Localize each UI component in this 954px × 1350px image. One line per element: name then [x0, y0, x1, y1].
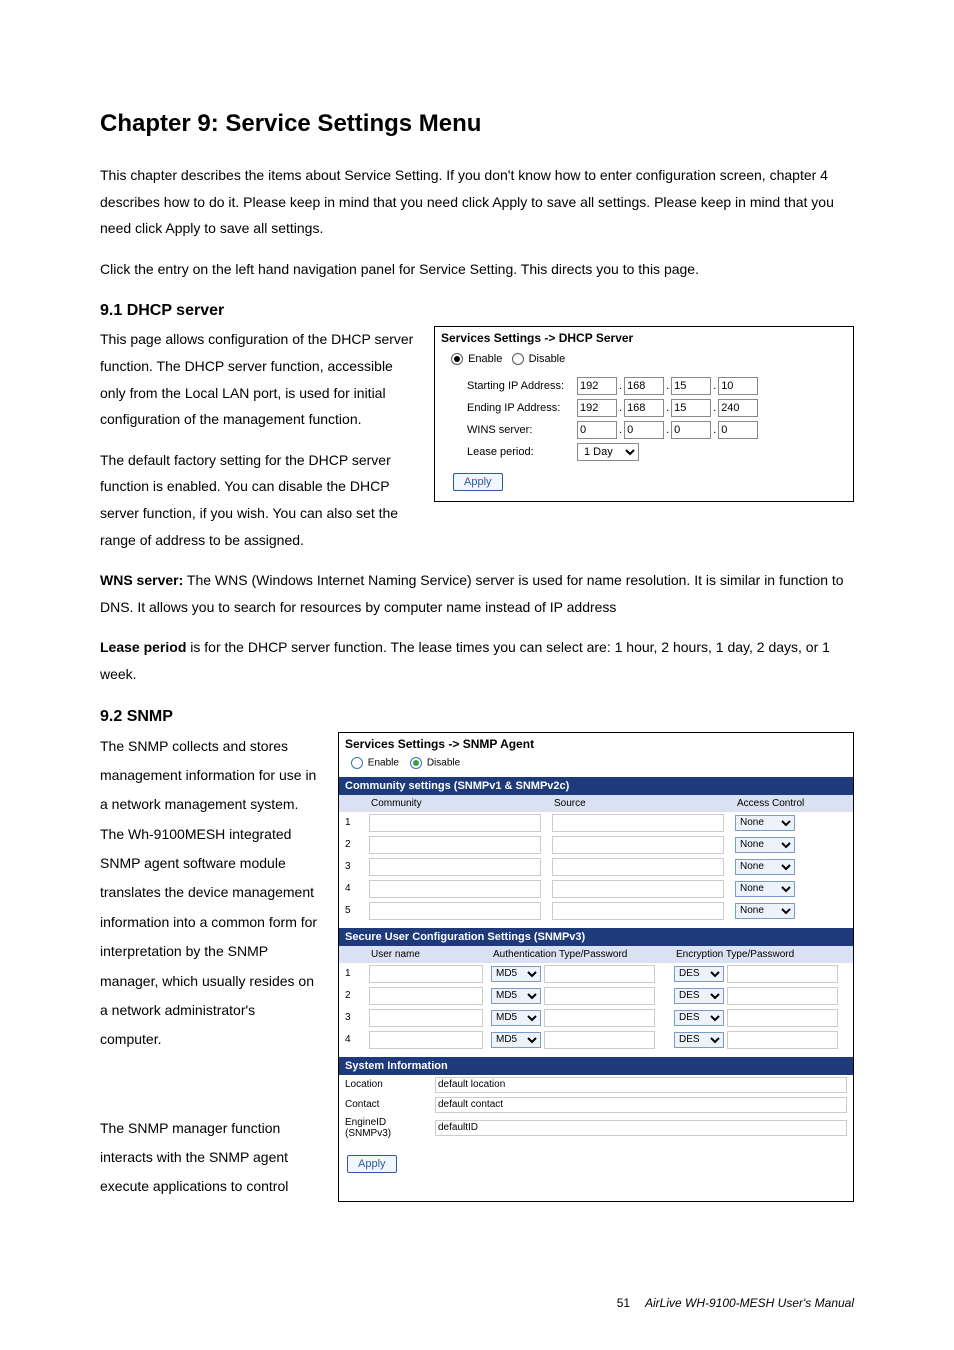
- community-input[interactable]: [369, 814, 541, 832]
- username-input[interactable]: [369, 987, 483, 1005]
- dhcp-disable-radio[interactable]: [512, 353, 524, 365]
- dhcp-apply-button[interactable]: Apply: [453, 473, 503, 491]
- starting-ip-label: Starting IP Address:: [467, 380, 577, 392]
- auth-select[interactable]: MD5: [491, 966, 541, 982]
- page-number: 51: [617, 1296, 630, 1310]
- community-input[interactable]: [369, 902, 541, 920]
- chapter-title: Chapter 9: Service Settings Menu: [100, 110, 854, 138]
- wns-paragraph: WNS server: The WNS (Windows Internet Na…: [100, 567, 854, 620]
- source-input[interactable]: [552, 902, 724, 920]
- enc-pw-input[interactable]: [727, 965, 838, 983]
- community-input[interactable]: [369, 836, 541, 854]
- ending-ip-label: Ending IP Address:: [467, 402, 577, 414]
- access-select[interactable]: None: [735, 837, 795, 853]
- section-92-para-2: The SNMP manager function interacts with…: [100, 1120, 288, 1195]
- enc-pw-input[interactable]: [727, 987, 838, 1005]
- starting-ip-2[interactable]: [624, 377, 664, 395]
- enc-pw-input[interactable]: [727, 1009, 838, 1027]
- auth-select[interactable]: MD5: [491, 1010, 541, 1026]
- ending-ip-4[interactable]: [718, 399, 758, 417]
- community-table: Community Source Access Control 1None 2N…: [339, 795, 853, 922]
- intro-paragraph-2: Click the entry on the left hand navigat…: [100, 256, 854, 283]
- ending-ip-1[interactable]: [577, 399, 617, 417]
- wns-bold: WNS server:: [100, 572, 183, 588]
- source-col: Source: [548, 795, 731, 812]
- access-select[interactable]: None: [735, 903, 795, 919]
- wins-ip-3[interactable]: [671, 421, 711, 439]
- starting-ip-1[interactable]: [577, 377, 617, 395]
- page-footer: 51 AirLive WH-9100-MESH User's Manual: [617, 1296, 854, 1310]
- snmp-disable-radio[interactable]: [410, 757, 422, 769]
- section-91-title: 9.1 DHCP server: [100, 302, 854, 320]
- access-select[interactable]: None: [735, 881, 795, 897]
- contact-input[interactable]: [435, 1097, 847, 1113]
- lease-label: Lease period:: [467, 446, 577, 458]
- auth-pw-input[interactable]: [544, 1009, 655, 1027]
- auth-select[interactable]: MD5: [491, 1032, 541, 1048]
- access-col: Access Control: [731, 795, 853, 812]
- enc-select[interactable]: DES: [674, 988, 724, 1004]
- engineid-label: EngineID (SNMPv3): [345, 1117, 435, 1139]
- community-input[interactable]: [369, 880, 541, 898]
- dhcp-panel-title: Services Settings -> DHCP Server: [435, 327, 853, 351]
- ending-ip-3[interactable]: [671, 399, 711, 417]
- secure-section-header: Secure User Configuration Settings (SNMP…: [339, 928, 853, 946]
- username-input[interactable]: [369, 1009, 483, 1027]
- community-section-header: Community settings (SNMPv1 & SNMPv2c): [339, 777, 853, 795]
- snmp-apply-button[interactable]: Apply: [347, 1155, 397, 1173]
- dhcp-enable-label: Enable: [468, 353, 502, 365]
- enc-select[interactable]: DES: [674, 966, 724, 982]
- snmp-disable-label: Disable: [427, 757, 460, 768]
- intro-paragraph-1: This chapter describes the items about S…: [100, 162, 854, 242]
- starting-ip-4[interactable]: [718, 377, 758, 395]
- snmp-panel-title: Services Settings -> SNMP Agent: [339, 733, 853, 755]
- location-label: Location: [345, 1079, 435, 1090]
- wins-ip-1[interactable]: [577, 421, 617, 439]
- auth-pw-input[interactable]: [544, 987, 655, 1005]
- access-select[interactable]: None: [735, 859, 795, 875]
- enc-select[interactable]: DES: [674, 1032, 724, 1048]
- community-col: Community: [365, 795, 548, 812]
- auth-pw-input[interactable]: [544, 965, 655, 983]
- section-91-para-1: This page allows configuration of the DH…: [100, 326, 414, 432]
- source-input[interactable]: [552, 858, 724, 876]
- wins-ip-2[interactable]: [624, 421, 664, 439]
- username-input[interactable]: [369, 1031, 483, 1049]
- snmp-enable-radio[interactable]: [351, 757, 363, 769]
- section-92-para-1: The SNMP collects and stores management …: [100, 738, 317, 1048]
- secure-user-table: User name Authentication Type/Password E…: [339, 946, 853, 1051]
- starting-ip-3[interactable]: [671, 377, 711, 395]
- username-input[interactable]: [369, 965, 483, 983]
- wins-ip-4[interactable]: [718, 421, 758, 439]
- source-input[interactable]: [552, 814, 724, 832]
- auth-col: Authentication Type/Password: [487, 946, 670, 963]
- lease-period-select[interactable]: 1 Day: [577, 443, 639, 461]
- ending-ip-2[interactable]: [624, 399, 664, 417]
- snmp-agent-panel: Services Settings -> SNMP Agent Enable D…: [338, 732, 854, 1202]
- enc-pw-input[interactable]: [727, 1031, 838, 1049]
- location-input[interactable]: [435, 1077, 847, 1093]
- dhcp-disable-label: Disable: [529, 353, 566, 365]
- sysinfo-section-header: System Information: [339, 1057, 853, 1075]
- dhcp-server-panel: Services Settings -> DHCP Server Enable …: [434, 326, 854, 502]
- lease-paragraph: Lease period is for the DHCP server func…: [100, 634, 854, 687]
- section-92-title: 9.2 SNMP: [100, 708, 854, 726]
- source-input[interactable]: [552, 836, 724, 854]
- community-input[interactable]: [369, 858, 541, 876]
- section-91-para-2: The default factory setting for the DHCP…: [100, 447, 414, 553]
- enc-col: Encryption Type/Password: [670, 946, 853, 963]
- engineid-input[interactable]: [435, 1120, 847, 1136]
- wins-label: WINS server:: [467, 424, 577, 436]
- snmp-enable-label: Enable: [368, 757, 399, 768]
- source-input[interactable]: [552, 880, 724, 898]
- auth-select[interactable]: MD5: [491, 988, 541, 1004]
- access-select[interactable]: None: [735, 815, 795, 831]
- contact-label: Contact: [345, 1099, 435, 1110]
- auth-pw-input[interactable]: [544, 1031, 655, 1049]
- enc-select[interactable]: DES: [674, 1010, 724, 1026]
- manual-title: AirLive WH-9100-MESH User's Manual: [645, 1296, 854, 1310]
- lease-bold: Lease period: [100, 639, 186, 655]
- dhcp-enable-radio[interactable]: [451, 353, 463, 365]
- username-col: User name: [365, 946, 487, 963]
